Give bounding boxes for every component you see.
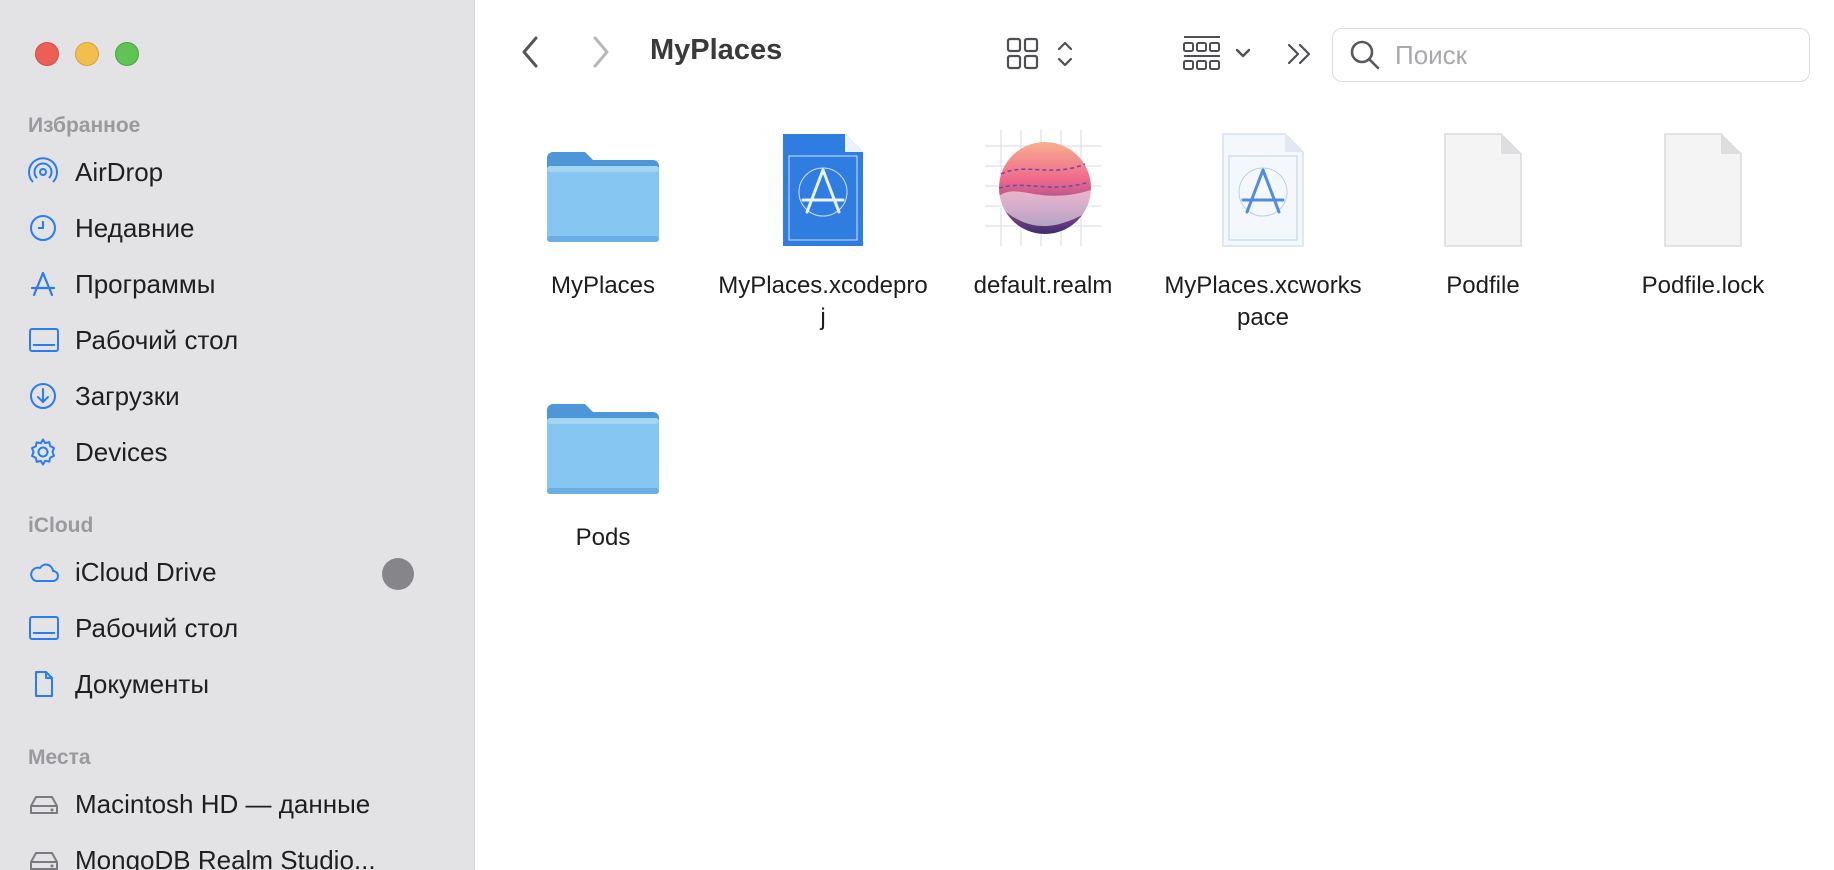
zoom-window-button[interactable] xyxy=(115,42,139,66)
download-icon xyxy=(28,381,64,411)
sidebar-item-applications[interactable]: Программы xyxy=(28,262,448,306)
back-button[interactable] xyxy=(512,34,548,70)
clock-icon xyxy=(28,213,64,243)
sidebar-item-documents[interactable]: Документы xyxy=(28,662,448,706)
sidebar-item-icloud-drive[interactable]: iCloud Drive xyxy=(28,550,448,594)
desktop-icon xyxy=(28,613,64,643)
sidebar-item-label: Macintosh HD — данные xyxy=(75,788,371,819)
file-name: Podfile.lock xyxy=(1641,272,1765,299)
window-title: MyPlaces xyxy=(650,34,783,66)
sidebar-item-label: Загрузки xyxy=(75,380,180,411)
search-input[interactable] xyxy=(1393,38,1777,72)
blank-document-icon xyxy=(1633,120,1773,250)
more-toolbar-button[interactable] xyxy=(1282,36,1318,72)
sidebar-section-favorites: Избранное xyxy=(28,114,141,137)
sidebar: Избранное AirDrop Недавние Программы Раб… xyxy=(0,0,475,870)
applications-icon xyxy=(28,269,64,299)
search-icon xyxy=(1349,39,1381,71)
file-name: Pods xyxy=(575,524,631,551)
minimize-window-button[interactable] xyxy=(75,42,99,66)
close-window-button[interactable] xyxy=(35,42,59,66)
sidebar-item-recents[interactable]: Недавние xyxy=(28,206,448,250)
file-item-xcworkspace[interactable]: MyPlaces.xcworkspace xyxy=(1153,120,1373,334)
forward-button[interactable] xyxy=(583,34,619,70)
sidebar-item-label: Недавние xyxy=(75,212,195,243)
drive-icon xyxy=(28,845,64,870)
file-item-podfile-lock[interactable]: Podfile.lock xyxy=(1593,120,1813,302)
xcworkspace-icon xyxy=(1193,120,1333,250)
sidebar-item-icloud-desktop[interactable]: Рабочий стол xyxy=(28,606,448,650)
sync-progress-icon xyxy=(382,558,414,590)
folder-icon xyxy=(533,120,673,250)
file-item-pods-folder[interactable]: Pods xyxy=(493,372,713,554)
file-item-podfile[interactable]: Podfile xyxy=(1373,120,1593,302)
cloud-icon xyxy=(28,557,64,587)
sidebar-item-label: Программы xyxy=(75,268,216,299)
sidebar-item-desktop[interactable]: Рабочий стол xyxy=(28,318,448,362)
sidebar-item-downloads[interactable]: Загрузки xyxy=(28,374,448,418)
sidebar-item-mongodb-realm[interactable]: MongoDB Realm Studio... xyxy=(28,838,448,870)
sidebar-item-airdrop[interactable]: AirDrop xyxy=(28,150,448,194)
file-item-default-realm[interactable]: default.realm xyxy=(933,120,1153,302)
file-name: Podfile xyxy=(1446,272,1520,299)
finder-window: Избранное AirDrop Недавние Программы Раб… xyxy=(0,0,1834,870)
realm-icon xyxy=(973,120,1113,250)
group-by-icon xyxy=(1183,36,1251,70)
sidebar-item-label: Рабочий стол xyxy=(75,612,239,643)
chevron-right-icon xyxy=(593,36,609,68)
file-item-myplaces-folder[interactable]: MyPlaces xyxy=(493,120,713,302)
sidebar-item-devices[interactable]: Devices xyxy=(28,430,448,474)
file-item-xcodeproj[interactable]: MyPlaces.xcodeproj xyxy=(713,120,933,334)
sidebar-item-macintosh-hd[interactable]: Macintosh HD — данные xyxy=(28,782,448,826)
sidebar-item-label: Рабочий стол xyxy=(75,324,239,355)
desktop-icon xyxy=(28,325,64,355)
search-field[interactable] xyxy=(1332,28,1810,82)
sidebar-item-label: iCloud Drive xyxy=(75,556,217,587)
group-by-button[interactable] xyxy=(1180,33,1260,73)
file-name: MyPlaces xyxy=(550,272,656,299)
grid-icon xyxy=(1006,37,1073,70)
file-name: MyPlaces.xcworkspace xyxy=(1164,272,1362,331)
sidebar-item-label: Devices xyxy=(75,436,168,467)
sidebar-item-label: AirDrop xyxy=(75,156,164,187)
folder-icon xyxy=(533,372,673,502)
sidebar-section-icloud: iCloud xyxy=(28,514,94,537)
sidebar-section-places: Места xyxy=(28,746,91,769)
sidebar-item-label: Документы xyxy=(75,668,210,699)
drive-icon xyxy=(28,789,64,819)
airdrop-icon xyxy=(28,157,64,187)
document-icon xyxy=(28,669,64,699)
blank-document-icon xyxy=(1413,120,1553,250)
view-mode-button[interactable] xyxy=(1004,33,1084,73)
file-name: default.realm xyxy=(973,272,1113,299)
sidebar-item-label: MongoDB Realm Studio... xyxy=(75,844,376,870)
double-chevron-icon xyxy=(1287,43,1311,65)
file-name: MyPlaces.xcodeproj xyxy=(718,272,928,331)
gear-icon xyxy=(28,437,64,467)
chevron-left-icon xyxy=(522,36,538,68)
xcodeproj-icon xyxy=(753,120,893,250)
